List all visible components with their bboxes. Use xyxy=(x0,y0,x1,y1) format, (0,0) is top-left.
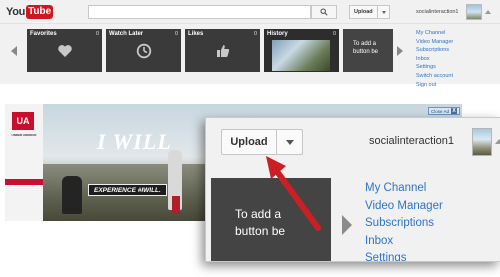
menu-item-my-channel[interactable]: My Channel xyxy=(416,29,453,38)
ad-cta-button[interactable]: EXPERIENCE #IWILL. xyxy=(88,184,167,196)
tile-add-button[interactable]: To add a button be xyxy=(343,29,393,72)
tile-title: Favorites xyxy=(30,31,57,37)
shelf-next-arrow-icon[interactable] xyxy=(342,215,352,235)
tile-count: 0 xyxy=(332,31,336,37)
clock-icon xyxy=(136,43,152,59)
brand-panel: UA UNDER ARMOUR xyxy=(5,104,43,221)
tile-history[interactable]: History 0 xyxy=(264,29,339,72)
upload-button-zoomed[interactable]: Upload xyxy=(221,129,277,155)
brand-stripe xyxy=(5,179,43,185)
ad-figure xyxy=(172,196,180,214)
search-input[interactable] xyxy=(88,5,311,19)
tile-count: 0 xyxy=(95,31,99,37)
tile-title: Watch Later xyxy=(109,31,144,37)
zoom-callout: Upload socialinteraction1 To add a butto… xyxy=(205,117,500,262)
menu-item-video-manager[interactable]: Video Manager xyxy=(416,38,453,47)
shelf-next-arrow-icon[interactable] xyxy=(397,46,403,56)
tile-watch-later[interactable]: Watch Later 0 xyxy=(106,29,181,72)
menu-item-settings[interactable]: Settings xyxy=(365,250,443,261)
menu-item-sign-out[interactable]: Sign out xyxy=(416,81,453,90)
menu-item-inbox[interactable]: Inbox xyxy=(416,55,453,64)
account-menu-zoomed: My Channel Video Manager Subscriptions I… xyxy=(365,180,443,261)
brand-logo: UA xyxy=(12,112,34,130)
tile-count: 0 xyxy=(174,31,178,37)
upload-button[interactable]: Upload xyxy=(349,5,378,19)
chevron-down-icon xyxy=(381,10,386,14)
tile-title: Likes xyxy=(188,31,204,37)
thumbs-up-icon xyxy=(217,45,230,57)
close-ad-label: Close Ad xyxy=(431,108,450,114)
tile-title: History xyxy=(267,31,288,37)
brand-name: UNDER ARMOUR xyxy=(11,133,37,137)
menu-item-subscriptions[interactable]: Subscriptions xyxy=(365,215,443,233)
add-button-hint: To add a button be xyxy=(353,41,379,55)
account-username-zoomed[interactable]: socialinteraction1 xyxy=(369,135,454,147)
shelf-prev-arrow-icon[interactable] xyxy=(11,46,17,56)
chevron-up-icon[interactable] xyxy=(495,139,500,144)
menu-item-settings[interactable]: Settings xyxy=(416,63,453,72)
ad-figure xyxy=(62,176,82,214)
tile-favorites[interactable]: Favorites 0 xyxy=(27,29,102,72)
tile-add-button-zoomed[interactable]: To add a button be xyxy=(211,178,331,261)
account-menu: My Channel Video Manager Subscriptions I… xyxy=(416,29,453,89)
chevron-up-icon[interactable] xyxy=(485,10,491,14)
add-button-hint: To add a button be xyxy=(235,207,286,238)
close-ad-button[interactable]: Close Ad X xyxy=(428,107,461,115)
avatar-zoomed[interactable] xyxy=(472,128,492,156)
search-icon xyxy=(320,8,328,16)
heart-icon xyxy=(58,45,72,57)
video-thumbnail xyxy=(272,40,330,71)
tile-count: 0 xyxy=(253,31,257,37)
menu-item-subscriptions[interactable]: Subscriptions xyxy=(416,46,453,55)
logo-you-text: You xyxy=(6,5,26,18)
search-button[interactable] xyxy=(311,5,337,19)
avatar[interactable] xyxy=(466,4,482,20)
menu-item-inbox[interactable]: Inbox xyxy=(365,233,443,251)
upload-dropdown-button-zoomed[interactable] xyxy=(276,129,303,155)
close-icon: X xyxy=(451,108,458,114)
ad-headline: I WILL xyxy=(97,129,172,154)
upload-dropdown-button[interactable] xyxy=(378,5,390,19)
menu-item-my-channel[interactable]: My Channel xyxy=(365,180,443,198)
account-username[interactable]: socialinteraction1 xyxy=(416,9,459,15)
youtube-logo[interactable]: You Tube xyxy=(6,4,54,19)
logo-tube-text: Tube xyxy=(26,4,54,19)
menu-item-video-manager[interactable]: Video Manager xyxy=(365,198,443,216)
menu-item-switch-account[interactable]: Switch account xyxy=(416,72,453,81)
chevron-down-icon xyxy=(285,139,294,145)
tile-likes[interactable]: Likes 0 xyxy=(185,29,260,72)
